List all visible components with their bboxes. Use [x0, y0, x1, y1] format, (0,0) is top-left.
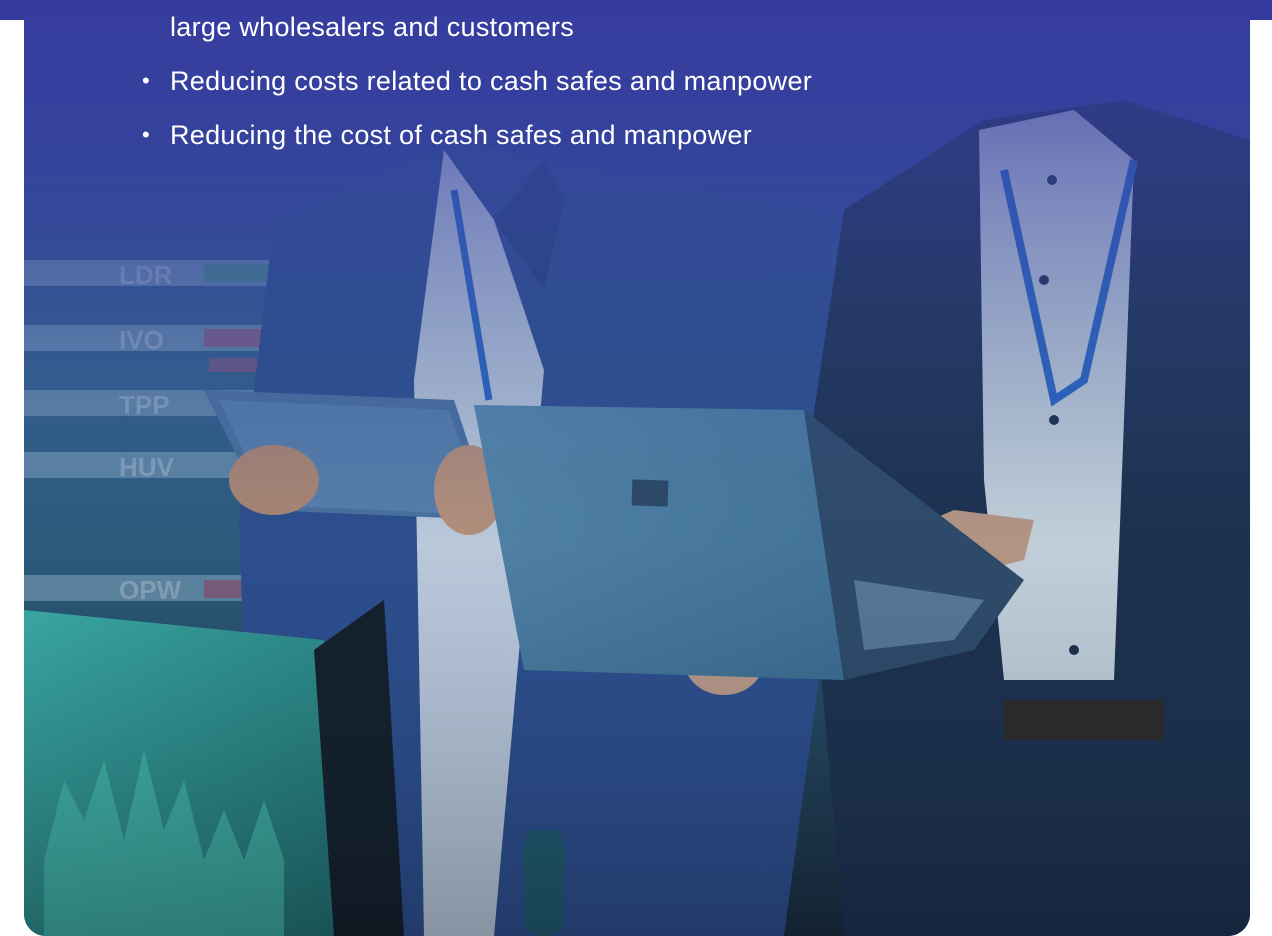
benefit-item-1: Reducing costs related to cash safes and… [140, 54, 812, 108]
page: LDR IVO TPP HUV OPW [0, 0, 1272, 936]
benefit-continuation: large wholesalers and customers [170, 12, 574, 42]
benefits-list: large wholesalers and customers Reducing… [140, 0, 812, 162]
benefit-item-2: Reducing the cost of cash safes and manp… [140, 108, 812, 162]
